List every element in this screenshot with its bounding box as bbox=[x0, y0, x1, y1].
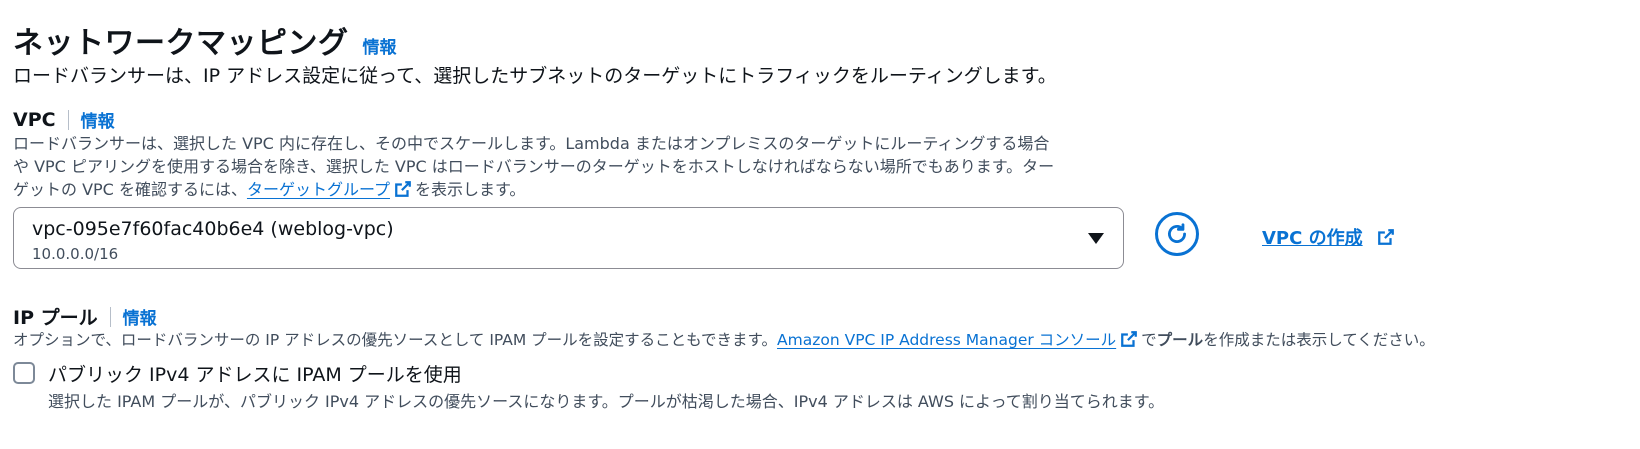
section-info-link[interactable]: 情報 bbox=[363, 33, 397, 58]
external-link-icon bbox=[395, 181, 411, 197]
create-vpc-link[interactable]: VPC の作成 bbox=[1262, 224, 1398, 250]
vpc-desc-prefix: ゲットの VPC を確認するには、 bbox=[13, 180, 247, 199]
vpc-selected-value: vpc-095e7f60fac40b6e4 (weblog-vpc) bbox=[32, 218, 394, 240]
ip-pool-desc-mid: で bbox=[1141, 331, 1157, 349]
ipam-pool-checkbox[interactable] bbox=[13, 362, 35, 384]
refresh-icon bbox=[1168, 223, 1186, 243]
section-title: ネットワークマッピング bbox=[13, 26, 349, 61]
label-divider bbox=[109, 306, 111, 327]
vpc-description: ロードバランサーは、選択した VPC 内に存在し、その中でスケールします。Lam… bbox=[13, 132, 1143, 201]
section-header: ネットワークマッピング 情報 bbox=[13, 18, 397, 62]
vpc-desc-line-3: ゲットの VPC を確認するには、ターゲットグループ を表示します。 bbox=[13, 178, 1143, 201]
vpc-label: VPC bbox=[13, 108, 56, 131]
vpc-desc-suffix: を表示します。 bbox=[415, 180, 526, 199]
ipam-pool-checkbox-description: 選択した IPAM プールが、パブリック IPv4 アドレスの優先ソースになりま… bbox=[48, 392, 1165, 411]
ip-pool-info-link[interactable]: 情報 bbox=[123, 304, 157, 329]
ipam-pool-checkbox-label[interactable]: パブリック IPv4 アドレスに IPAM プールを使用 bbox=[48, 360, 462, 387]
label-divider bbox=[67, 109, 69, 130]
vpc-label-row: VPC 情報 bbox=[13, 107, 115, 133]
external-link-icon bbox=[1377, 229, 1394, 245]
vpc-selected-cidr: 10.0.0.0/16 bbox=[32, 245, 119, 263]
ip-pool-label-row: IP プール 情報 bbox=[13, 303, 157, 330]
target-group-link[interactable]: ターゲットグループ bbox=[247, 180, 415, 199]
vpc-desc-line-2: や VPC ピアリングを使用する場合を除き、選択した VPC はロードバランサー… bbox=[13, 157, 1055, 176]
section-description: ロードバランサーは、IP アドレス設定に従って、選択したサブネットのターゲットに… bbox=[13, 65, 1057, 87]
ip-pool-description: オプションで、ロードバランサーの IP アドレスの優先ソースとして IPAM プ… bbox=[13, 329, 1435, 352]
ip-pool-desc-prefix: オプションで、ロードバランサーの IP アドレスの優先ソースとして IPAM プ… bbox=[13, 331, 778, 349]
caret-down-icon bbox=[1088, 233, 1104, 244]
external-link-icon bbox=[1121, 331, 1138, 347]
refresh-button[interactable] bbox=[1155, 212, 1199, 256]
ip-pool-label: IP プール bbox=[13, 307, 98, 329]
ip-pool-desc-bold: プール bbox=[1156, 331, 1204, 349]
vpc-desc-line-1: ロードバランサーは、選択した VPC 内に存在し、その中でスケールします。Lam… bbox=[13, 134, 1050, 153]
vpc-info-link[interactable]: 情報 bbox=[81, 107, 115, 132]
vpc-select[interactable]: vpc-095e7f60fac40b6e4 (weblog-vpc) 10.0.… bbox=[13, 207, 1124, 269]
create-vpc-label: VPC の作成 bbox=[1262, 228, 1363, 249]
ip-pool-desc-suffix: を作成または表示してください。 bbox=[1203, 331, 1435, 349]
ipam-console-link[interactable]: Amazon VPC IP Address Manager コンソール bbox=[777, 331, 1141, 349]
